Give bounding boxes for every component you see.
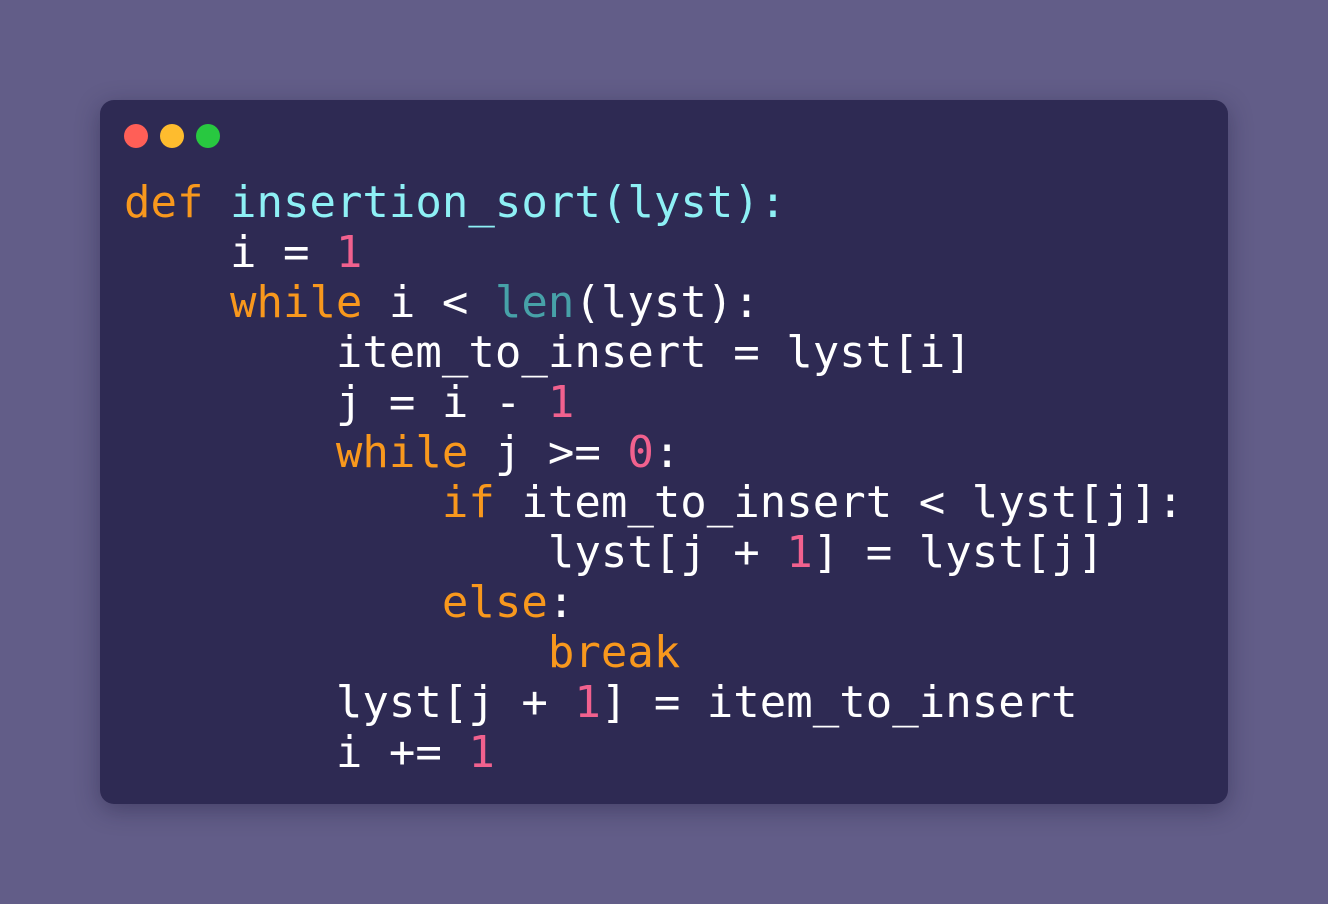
code-text: : bbox=[547, 577, 575, 628]
code-block: def insertion_sort(lyst): i = 1 while i … bbox=[124, 178, 1184, 778]
code-text: : bbox=[653, 427, 681, 478]
number-token: 0 bbox=[627, 427, 654, 478]
minimize-button[interactable] bbox=[160, 124, 184, 148]
code-line: item_to_insert = lyst[i] bbox=[124, 328, 1184, 378]
code-text: i < bbox=[362, 277, 495, 328]
code-line: i += 1 bbox=[124, 728, 1184, 778]
keyword-token: while bbox=[335, 427, 469, 478]
code-line: j = i - 1 bbox=[124, 378, 1184, 428]
builtin-token: len bbox=[494, 277, 575, 328]
code-text: item_to_insert < lyst[j]: bbox=[494, 477, 1184, 528]
code-line: while i < len(lyst): bbox=[124, 278, 1184, 328]
keyword-token: else bbox=[441, 577, 548, 628]
number-token: 1 bbox=[786, 527, 813, 578]
code-text: i += bbox=[124, 727, 469, 778]
code-text: ] = item_to_insert bbox=[600, 677, 1078, 728]
number-token: 1 bbox=[335, 227, 363, 278]
keyword-token: break bbox=[547, 627, 681, 678]
code-text: ] = lyst[j] bbox=[812, 527, 1105, 578]
keyword-token: while bbox=[229, 277, 363, 328]
code-text: lyst[j + bbox=[124, 527, 787, 578]
code-line: i = 1 bbox=[124, 228, 1184, 278]
code-line: break bbox=[124, 628, 1184, 678]
code-text: item_to_insert = lyst[i] bbox=[124, 327, 972, 378]
code-line: else: bbox=[124, 578, 1184, 628]
code-text: j = i - bbox=[124, 377, 548, 428]
keyword-token: def bbox=[124, 177, 204, 228]
number-token: 1 bbox=[574, 677, 601, 728]
number-token: 1 bbox=[468, 727, 495, 778]
code-window: def insertion_sort(lyst): i = 1 while i … bbox=[100, 100, 1228, 804]
number-token: 1 bbox=[547, 377, 575, 428]
code-text: j >= bbox=[468, 427, 628, 478]
code-text: lyst[j + bbox=[124, 677, 575, 728]
code-text: (lyst): bbox=[574, 277, 760, 328]
code-line: def insertion_sort(lyst): bbox=[124, 178, 1184, 228]
code-line: if item_to_insert < lyst[j]: bbox=[124, 478, 1184, 528]
function-name-token: insertion_sort(lyst): bbox=[229, 177, 787, 228]
code-line: lyst[j + 1] = item_to_insert bbox=[124, 678, 1184, 728]
keyword-token: if bbox=[441, 477, 495, 528]
code-line: while j >= 0: bbox=[124, 428, 1184, 478]
code-line: lyst[j + 1] = lyst[j] bbox=[124, 528, 1184, 578]
zoom-button[interactable] bbox=[196, 124, 220, 148]
code-text: i = bbox=[124, 227, 336, 278]
close-button[interactable] bbox=[124, 124, 148, 148]
